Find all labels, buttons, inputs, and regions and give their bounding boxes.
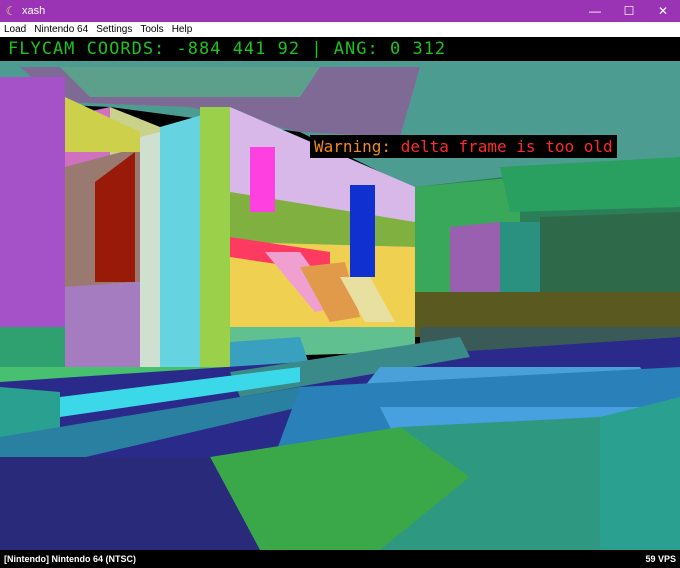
minimize-button[interactable]: — <box>578 0 612 22</box>
flycam-coords-readout: FLYCAM COORDS: -884 441 92 | ANG: 0 312 <box>4 37 498 61</box>
window-controls: — ☐ ✕ <box>578 0 680 22</box>
app-moon-icon: ☾ <box>5 4 17 18</box>
emulator-viewport[interactable]: FLYCAM COORDS: -884 441 92 | ANG: 0 312 … <box>0 37 680 550</box>
menu-help[interactable]: Help <box>168 22 197 37</box>
maximize-button[interactable]: ☐ <box>612 0 646 22</box>
menu-load[interactable]: Load <box>0 22 30 37</box>
menu-bar: Load Nintendo 64 Settings Tools Help <box>0 22 680 37</box>
status-bar: [Nintendo] Nintendo 64 (NTSC) 59 VPS <box>0 550 680 568</box>
warning-message: delta frame is too old <box>400 137 613 156</box>
vps-counter: 59 VPS <box>645 554 676 564</box>
close-button[interactable]: ✕ <box>646 0 680 22</box>
system-info: [Nintendo] Nintendo 64 (NTSC) <box>4 554 136 564</box>
game-scene <box>0 61 680 550</box>
menu-nintendo-64[interactable]: Nintendo 64 <box>30 22 92 37</box>
menu-settings[interactable]: Settings <box>92 22 136 37</box>
delta-frame-warning: Warning: delta frame is too old <box>310 135 617 158</box>
window-title: xash <box>22 5 46 17</box>
warning-label: Warning: <box>314 137 392 156</box>
menu-tools[interactable]: Tools <box>136 22 167 37</box>
title-bar[interactable]: ☾ xash — ☐ ✕ <box>0 0 680 22</box>
